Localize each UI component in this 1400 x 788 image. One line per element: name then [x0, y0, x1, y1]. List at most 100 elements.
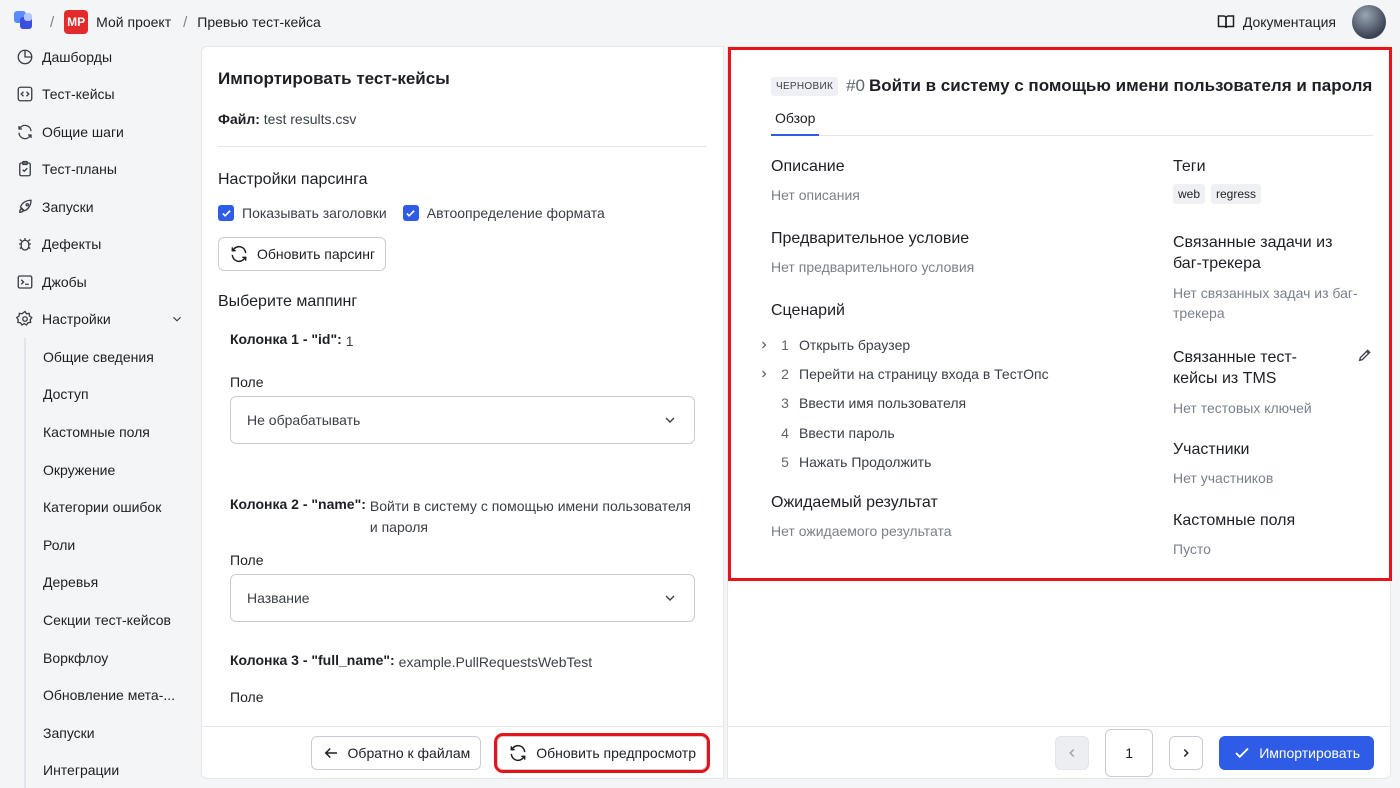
auto-format-checkbox[interactable]: Автоопределение формата	[402, 205, 605, 221]
refresh-parse-button[interactable]: Обновить парсинг	[218, 237, 387, 271]
field-label: Поле	[230, 689, 264, 705]
avatar[interactable]	[1352, 5, 1386, 39]
parse-settings-title: Настройки парсинга	[218, 171, 368, 188]
sidebar: Дашборды Тест-кейсы Общие шаги Тест-план…	[0, 38, 200, 788]
import-footer: Обратно к файлам Обновить предпросмотр	[202, 726, 723, 778]
members-section: Участники Нет участников	[1173, 441, 1373, 488]
tab-overview[interactable]: Обзор	[771, 110, 820, 136]
documentation-link[interactable]: Документация	[1217, 13, 1336, 31]
sidebar-subitem-label: Деревья	[43, 574, 99, 591]
app-logo-icon[interactable]	[14, 11, 36, 33]
scenario-step: 4 Ввести пароль	[757, 418, 1173, 447]
import-button[interactable]: Импортировать	[1219, 735, 1374, 770]
column-mapping-1: Колонка 1 - "id": 1 Поле Не обрабатывать	[218, 331, 707, 444]
column-title: Колонка 2 - "name":	[230, 496, 366, 512]
sidebar-item-settings[interactable]: Настройки	[0, 301, 200, 339]
step-text: Ввести пароль	[799, 424, 895, 441]
sidebar-item-label: Запуски	[42, 198, 94, 215]
section-value: Нет участников	[1173, 470, 1274, 486]
section-heading: Описание	[771, 158, 845, 175]
tag: web	[1173, 184, 1206, 204]
step-number: 5	[781, 453, 789, 470]
chevron-down-icon	[665, 595, 675, 601]
sidebar-subitem[interactable]: Воркфлоу	[26, 639, 200, 677]
project-badge[interactable]: МР	[64, 10, 89, 34]
section-value: Нет ожидаемого результата	[771, 523, 952, 540]
sidebar-item-test-plans[interactable]: Тест-планы	[0, 151, 200, 189]
sidebar-subitem-label: Кастомные поля	[43, 423, 150, 440]
field-label: Поле	[230, 552, 264, 568]
breadcrumb-project[interactable]: Мой проект	[96, 14, 171, 30]
back-to-files-button[interactable]: Обратно к файлам	[310, 735, 482, 770]
section-heading: Связанные задачи из баг-трекера	[1173, 234, 1333, 272]
status-badge: ЧЕРНОВИК	[771, 76, 839, 96]
sidebar-item-shared-steps[interactable]: Общие шаги	[0, 113, 200, 151]
sidebar-subitem[interactable]: Секции тест-кейсов	[26, 601, 200, 639]
sidebar-subitem[interactable]: Интеграции	[26, 752, 200, 788]
step-text: Открыть браузер	[799, 336, 911, 353]
pencil-icon[interactable]	[1357, 347, 1373, 363]
next-page-button[interactable]	[1169, 735, 1204, 770]
sidebar-subitem[interactable]: Доступ	[26, 376, 200, 414]
column-value: 1	[345, 333, 354, 349]
documentation-label: Документация	[1242, 14, 1336, 30]
sidebar-subitem[interactable]: Деревья	[26, 564, 200, 602]
auto-format-label: Автоопределение формата	[426, 205, 605, 221]
show-headers-checkbox[interactable]: Показывать заголовки	[218, 205, 387, 221]
sidebar-subitem-label: Воркфлоу	[43, 649, 109, 666]
sidebar-item-jobs[interactable]: Джобы	[0, 263, 200, 301]
refresh-icon	[18, 124, 32, 140]
sidebar-subitem[interactable]: Окружение	[26, 451, 200, 489]
sidebar-subitem[interactable]: Обновление мета-...	[26, 676, 200, 714]
section-value: Нет предварительного условия	[771, 259, 975, 275]
step-text: Нажать Продолжить	[799, 453, 932, 470]
import-button-label: Импортировать	[1259, 744, 1360, 761]
refresh-preview-button[interactable]: Обновить предпросмотр	[494, 732, 710, 773]
sidebar-subitem[interactable]: Запуски	[26, 714, 200, 752]
prev-page-button[interactable]	[1055, 735, 1090, 770]
step-number: 4	[781, 424, 789, 441]
chevron-right-icon[interactable]	[757, 368, 771, 380]
field-select-value: Не обрабатывать	[247, 412, 361, 428]
scenario-step[interactable]: 1 Открыть браузер	[757, 330, 1173, 359]
preview-highlight: ЧЕРНОВИК #0 Войти в систему с помощью име…	[728, 47, 1392, 581]
field-select[interactable]: Название	[230, 574, 695, 622]
sidebar-item-dashboards[interactable]: Дашборды	[0, 38, 200, 76]
sidebar-item-label: Общие шаги	[42, 123, 124, 140]
section-heading: Теги	[1173, 158, 1206, 175]
chevron-down-icon[interactable]	[170, 312, 184, 326]
scenario-step[interactable]: 2 Перейти на страницу входа в ТестОпс	[757, 359, 1173, 388]
refresh-preview-label: Обновить предпросмотр	[536, 744, 696, 761]
chevron-left-icon	[1069, 748, 1075, 757]
section-value: Нет связанных задач из баг-трекера	[1173, 285, 1358, 321]
field-select-value: Название	[247, 590, 310, 606]
back-to-files-label: Обратно к файлам	[347, 744, 471, 761]
check-icon	[1235, 747, 1249, 758]
section-heading: Сценарий	[771, 302, 845, 319]
precondition-section: Предварительное условие Нет предваритель…	[771, 230, 1173, 277]
sidebar-subitem[interactable]: Кастомные поля	[26, 413, 200, 451]
sidebar-item-label: Настройки	[42, 311, 111, 328]
clipboard-icon	[19, 161, 31, 177]
section-value: Нет описания	[771, 187, 860, 203]
page-number-input[interactable]: 1	[1105, 728, 1154, 777]
sidebar-item-test-cases[interactable]: Тест-кейсы	[0, 76, 200, 114]
sidebar-subitem[interactable]: Роли	[26, 526, 200, 564]
checkbox-checked-icon	[218, 205, 234, 221]
test-case-name: Войти в систему с помощью имени пользова…	[869, 76, 1373, 95]
sidebar-item-label: Дефекты	[42, 236, 102, 253]
field-select[interactable]: Не обрабатывать	[230, 396, 695, 444]
tms-section: Связанные тест-кейсы из TMS Нет тестовых…	[1173, 347, 1373, 418]
sidebar-subitem[interactable]: Категории ошибок	[26, 488, 200, 526]
sidebar-item-label: Дашборды	[42, 48, 112, 65]
pagination-footer: 1 Импортировать	[728, 726, 1390, 778]
sidebar-item-launches[interactable]: Запуски	[0, 188, 200, 226]
sidebar-item-defects[interactable]: Дефекты	[0, 226, 200, 264]
step-text: Ввести имя пользователя	[799, 395, 967, 412]
test-case-preview-panel: ЧЕРНОВИК #0 Войти в систему с помощью име…	[727, 46, 1392, 779]
chevron-right-icon[interactable]	[757, 339, 771, 351]
file-name: test results.csv	[263, 111, 357, 127]
sidebar-subitem[interactable]: Общие сведения	[26, 338, 200, 376]
column-value: Войти в систему с помощью имени пользова…	[369, 498, 692, 535]
top-bar: / МР Мой проект / Превью тест-кейса Доку…	[0, 0, 1400, 44]
